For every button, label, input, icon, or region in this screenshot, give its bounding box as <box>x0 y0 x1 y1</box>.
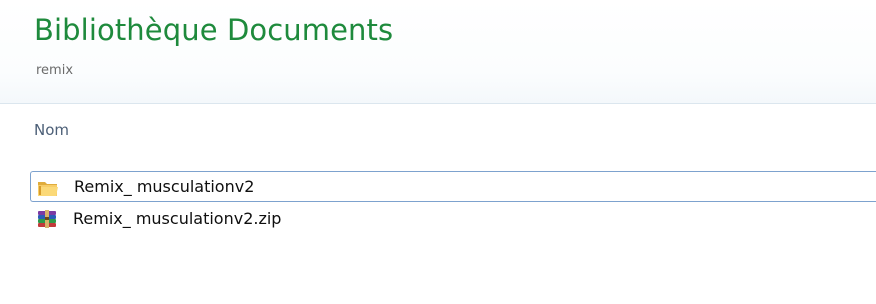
list-item[interactable]: Remix_ musculationv2.zip <box>30 204 876 235</box>
list-item[interactable]: Remix_ musculationv2 <box>30 171 876 202</box>
column-header-name[interactable]: Nom <box>34 120 69 140</box>
file-name: Remix_ musculationv2 <box>74 177 255 196</box>
library-header: Bibliothèque Documents remix <box>0 0 876 104</box>
library-subtitle[interactable]: remix <box>36 62 73 80</box>
library-title: Bibliothèque Documents <box>34 13 394 47</box>
folder-icon <box>37 178 59 196</box>
explorer-window: Bibliothèque Documents remix Nom Remix_ … <box>0 0 876 304</box>
file-list: Remix_ musculationv2 Remix_ musculationv… <box>30 171 876 235</box>
file-name: Remix_ musculationv2.zip <box>73 209 282 228</box>
winrar-archive-icon <box>36 210 58 228</box>
